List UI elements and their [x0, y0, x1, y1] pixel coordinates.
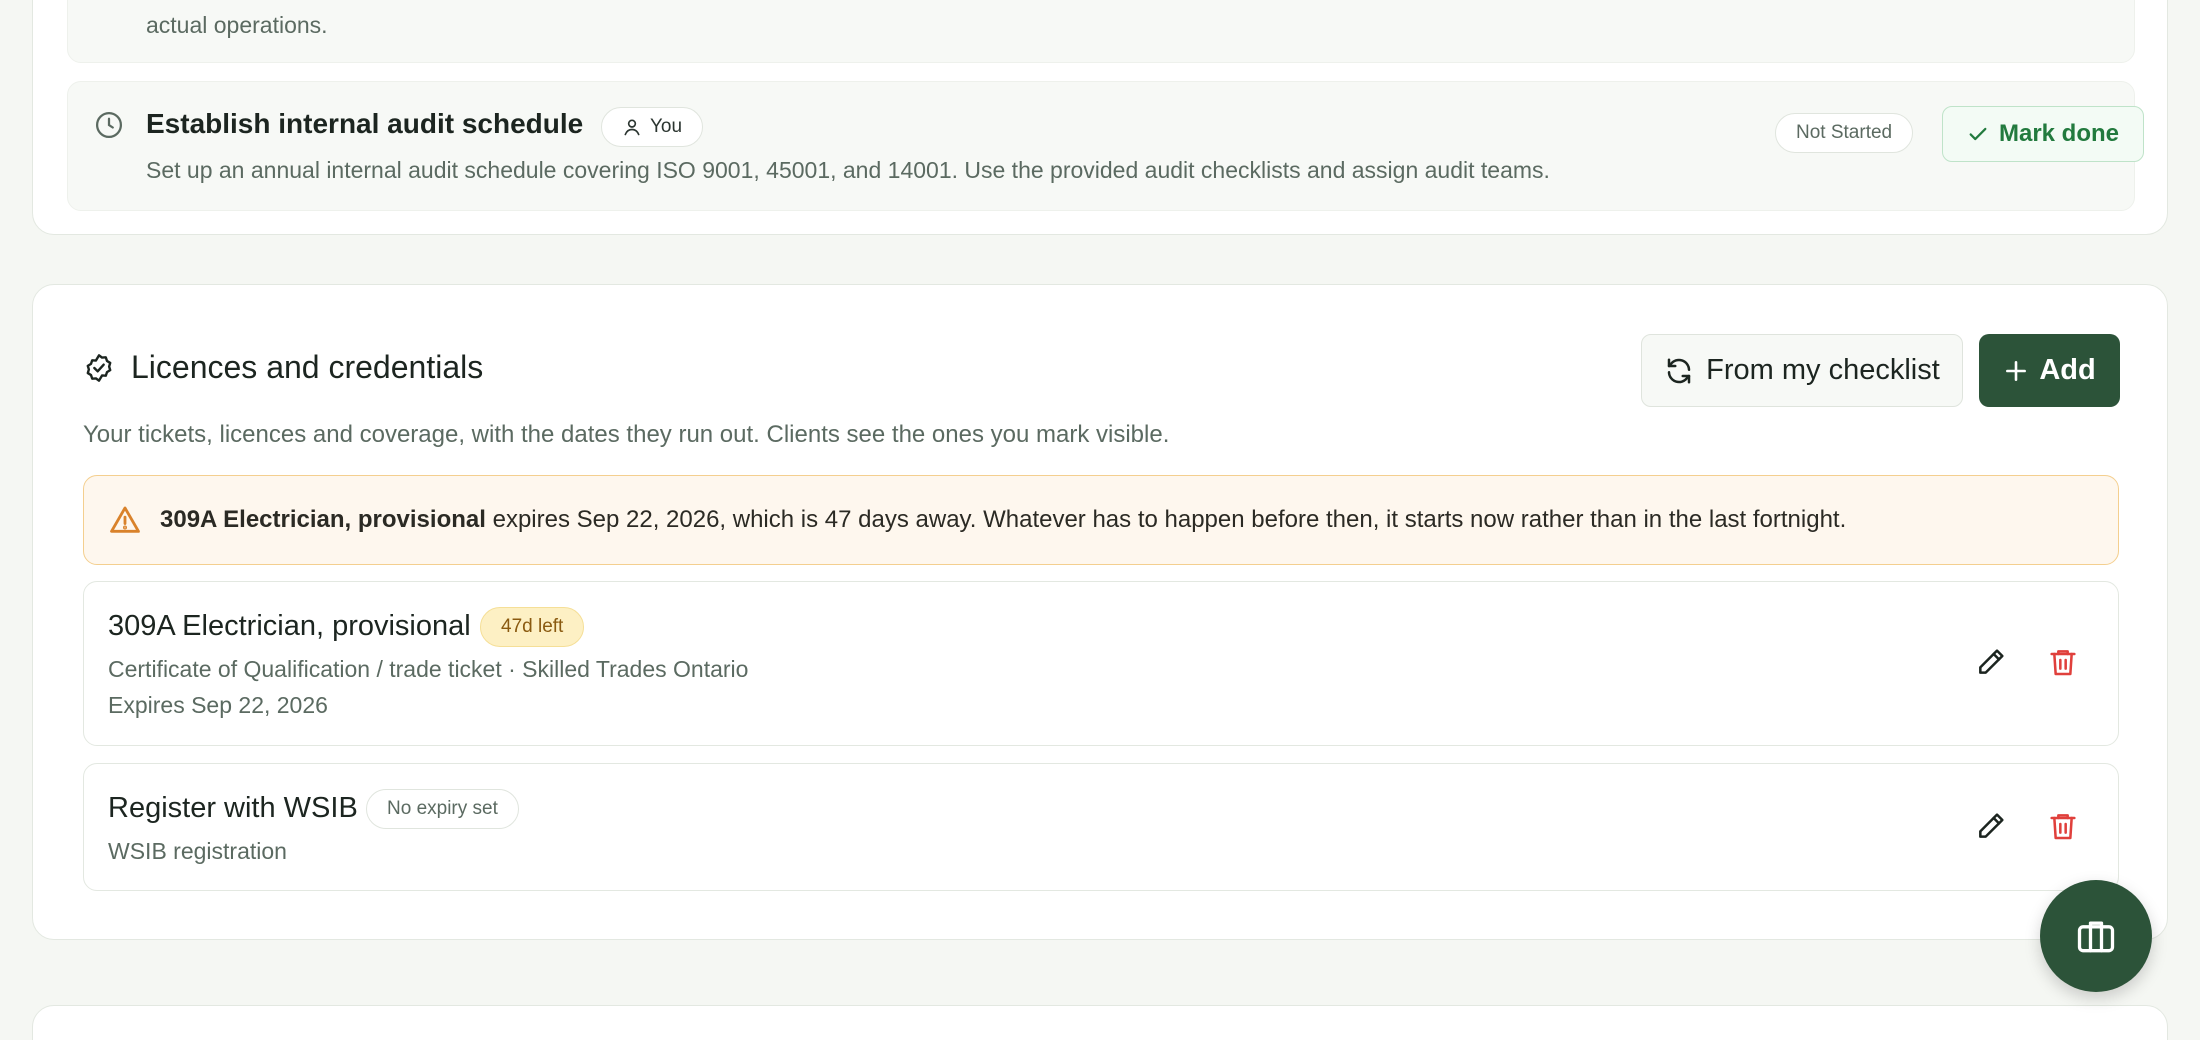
delete-button[interactable]: [2043, 642, 2083, 682]
briefcase-icon: [2077, 921, 2115, 953]
status-badge: Not Started: [1775, 113, 1914, 153]
task-description: actual operations.: [146, 12, 328, 38]
licence-expiry: Expires Sep 22, 2026: [108, 692, 328, 718]
mark-done-button[interactable]: Mark done: [1942, 106, 2144, 162]
task-item-previous: actual operations.: [67, 0, 2135, 63]
add-button[interactable]: Add: [1979, 334, 2120, 407]
user-icon: [624, 119, 640, 136]
briefcase-fab-button[interactable]: [2040, 880, 2152, 992]
edit-button[interactable]: [1971, 642, 2011, 682]
badge-check-icon: [86, 353, 112, 382]
refresh-icon: [1667, 358, 1691, 383]
section-header: Licences and credentials: [83, 349, 483, 386]
licence-detail: WSIB registration: [108, 838, 287, 864]
delete-button[interactable]: [2043, 806, 2083, 846]
trash-icon: [2050, 814, 2076, 840]
clock-icon: [96, 112, 122, 138]
pencil-icon: [1979, 813, 2004, 838]
tasks-card: actual operations. Establish internal au…: [32, 0, 2168, 235]
licence-name: Register with WSIB: [108, 792, 358, 824]
alert-licence-name: 309A Electrician, provisional: [160, 506, 486, 533]
expiry-alert: 309A Electrician, provisional expires Se…: [83, 475, 2119, 565]
section-subtitle: Your tickets, licences and coverage, wit…: [83, 421, 1170, 448]
assignee-badge: You: [601, 107, 704, 147]
edit-button[interactable]: [1971, 806, 2011, 846]
task-item-audit-schedule: Establish internal audit schedule You Se…: [67, 81, 2144, 211]
licence-item: 309A Electrician, provisional 47d left C…: [83, 581, 2119, 746]
plus-icon: [2006, 360, 2027, 381]
licences-card: Licences and credentials From my checkli…: [32, 284, 2168, 940]
expiry-status-badge: No expiry set: [366, 789, 519, 829]
pencil-icon: [1979, 649, 2004, 674]
check-icon: [1969, 127, 1987, 141]
from-checklist-label: From my checklist: [1706, 354, 1940, 386]
licence-item: Register with WSIB No expiry set WSIB re…: [83, 763, 2119, 891]
task-description: Set up an annual internal audit schedule…: [146, 157, 1550, 183]
mark-done-label: Mark done: [1998, 120, 2120, 147]
task-title: Establish internal audit schedule: [146, 108, 584, 139]
days-left-badge: 47d left: [480, 607, 585, 647]
next-section-card: [32, 1005, 2168, 1040]
warning-icon: [110, 506, 140, 533]
alert-message: expires Sep 22, 2026, which is 47 days a…: [485, 506, 1847, 533]
section-title: Licences and credentials: [131, 349, 484, 385]
from-checklist-button[interactable]: From my checklist: [1641, 334, 1963, 407]
alert-text: 309A Electrician, provisional expires Se…: [160, 506, 1846, 534]
licence-name: 309A Electrician, provisional: [108, 610, 471, 642]
licence-detail: Certificate of Qualification / trade tic…: [108, 656, 749, 682]
trash-icon: [2050, 650, 2076, 676]
add-label: Add: [2039, 354, 2096, 386]
assignee-label: You: [650, 116, 683, 137]
